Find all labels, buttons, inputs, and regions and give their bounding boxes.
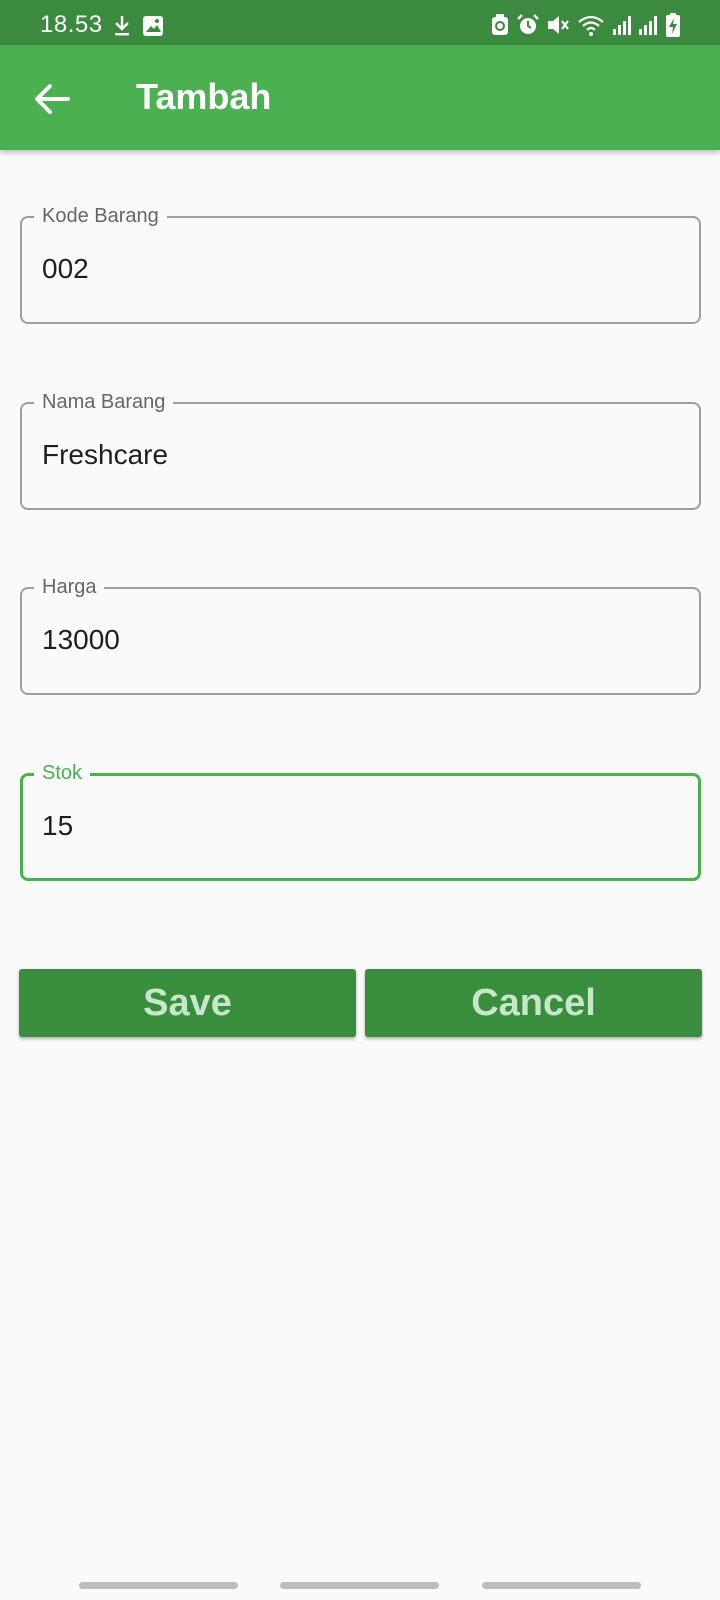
battery-charging-icon (666, 13, 680, 37)
kode-barang-field[interactable]: Kode Barang 002 (20, 203, 701, 324)
app-bar: Tambah (0, 45, 720, 150)
alarm-icon (517, 14, 539, 34)
save-button[interactable]: Save (19, 969, 356, 1037)
wifi-icon (578, 15, 604, 36)
stok-label: Stok (34, 760, 91, 786)
stok-field[interactable]: Stok 15 (20, 760, 701, 881)
nama-barang-label: Nama Barang (34, 389, 174, 415)
stok-value[interactable]: 15 (42, 810, 73, 842)
download-icon (115, 16, 129, 36)
kode-barang-value[interactable]: 002 (42, 253, 89, 285)
harga-value[interactable]: 13000 (42, 624, 120, 656)
image-icon (143, 16, 163, 36)
harga-field[interactable]: Harga 13000 (20, 574, 701, 695)
mute-icon (548, 16, 569, 34)
nav-recents-handle[interactable] (79, 1582, 238, 1589)
nav-back-handle[interactable] (482, 1582, 641, 1589)
nav-home-handle[interactable] (280, 1582, 439, 1589)
nama-barang-value[interactable]: Freshcare (42, 439, 168, 471)
signal-icon (613, 16, 631, 35)
nama-barang-field[interactable]: Nama Barang Freshcare (20, 389, 701, 510)
arrow-back-icon[interactable] (32, 79, 72, 119)
page-title: Tambah (136, 76, 272, 117)
signal-icon (639, 16, 657, 35)
kode-barang-label: Kode Barang (34, 203, 167, 229)
cancel-button[interactable]: Cancel (365, 969, 702, 1037)
backup-icon (492, 14, 508, 35)
status-bar: 18.53 (0, 0, 720, 45)
status-time: 18.53 (40, 11, 103, 38)
harga-label: Harga (34, 574, 105, 600)
